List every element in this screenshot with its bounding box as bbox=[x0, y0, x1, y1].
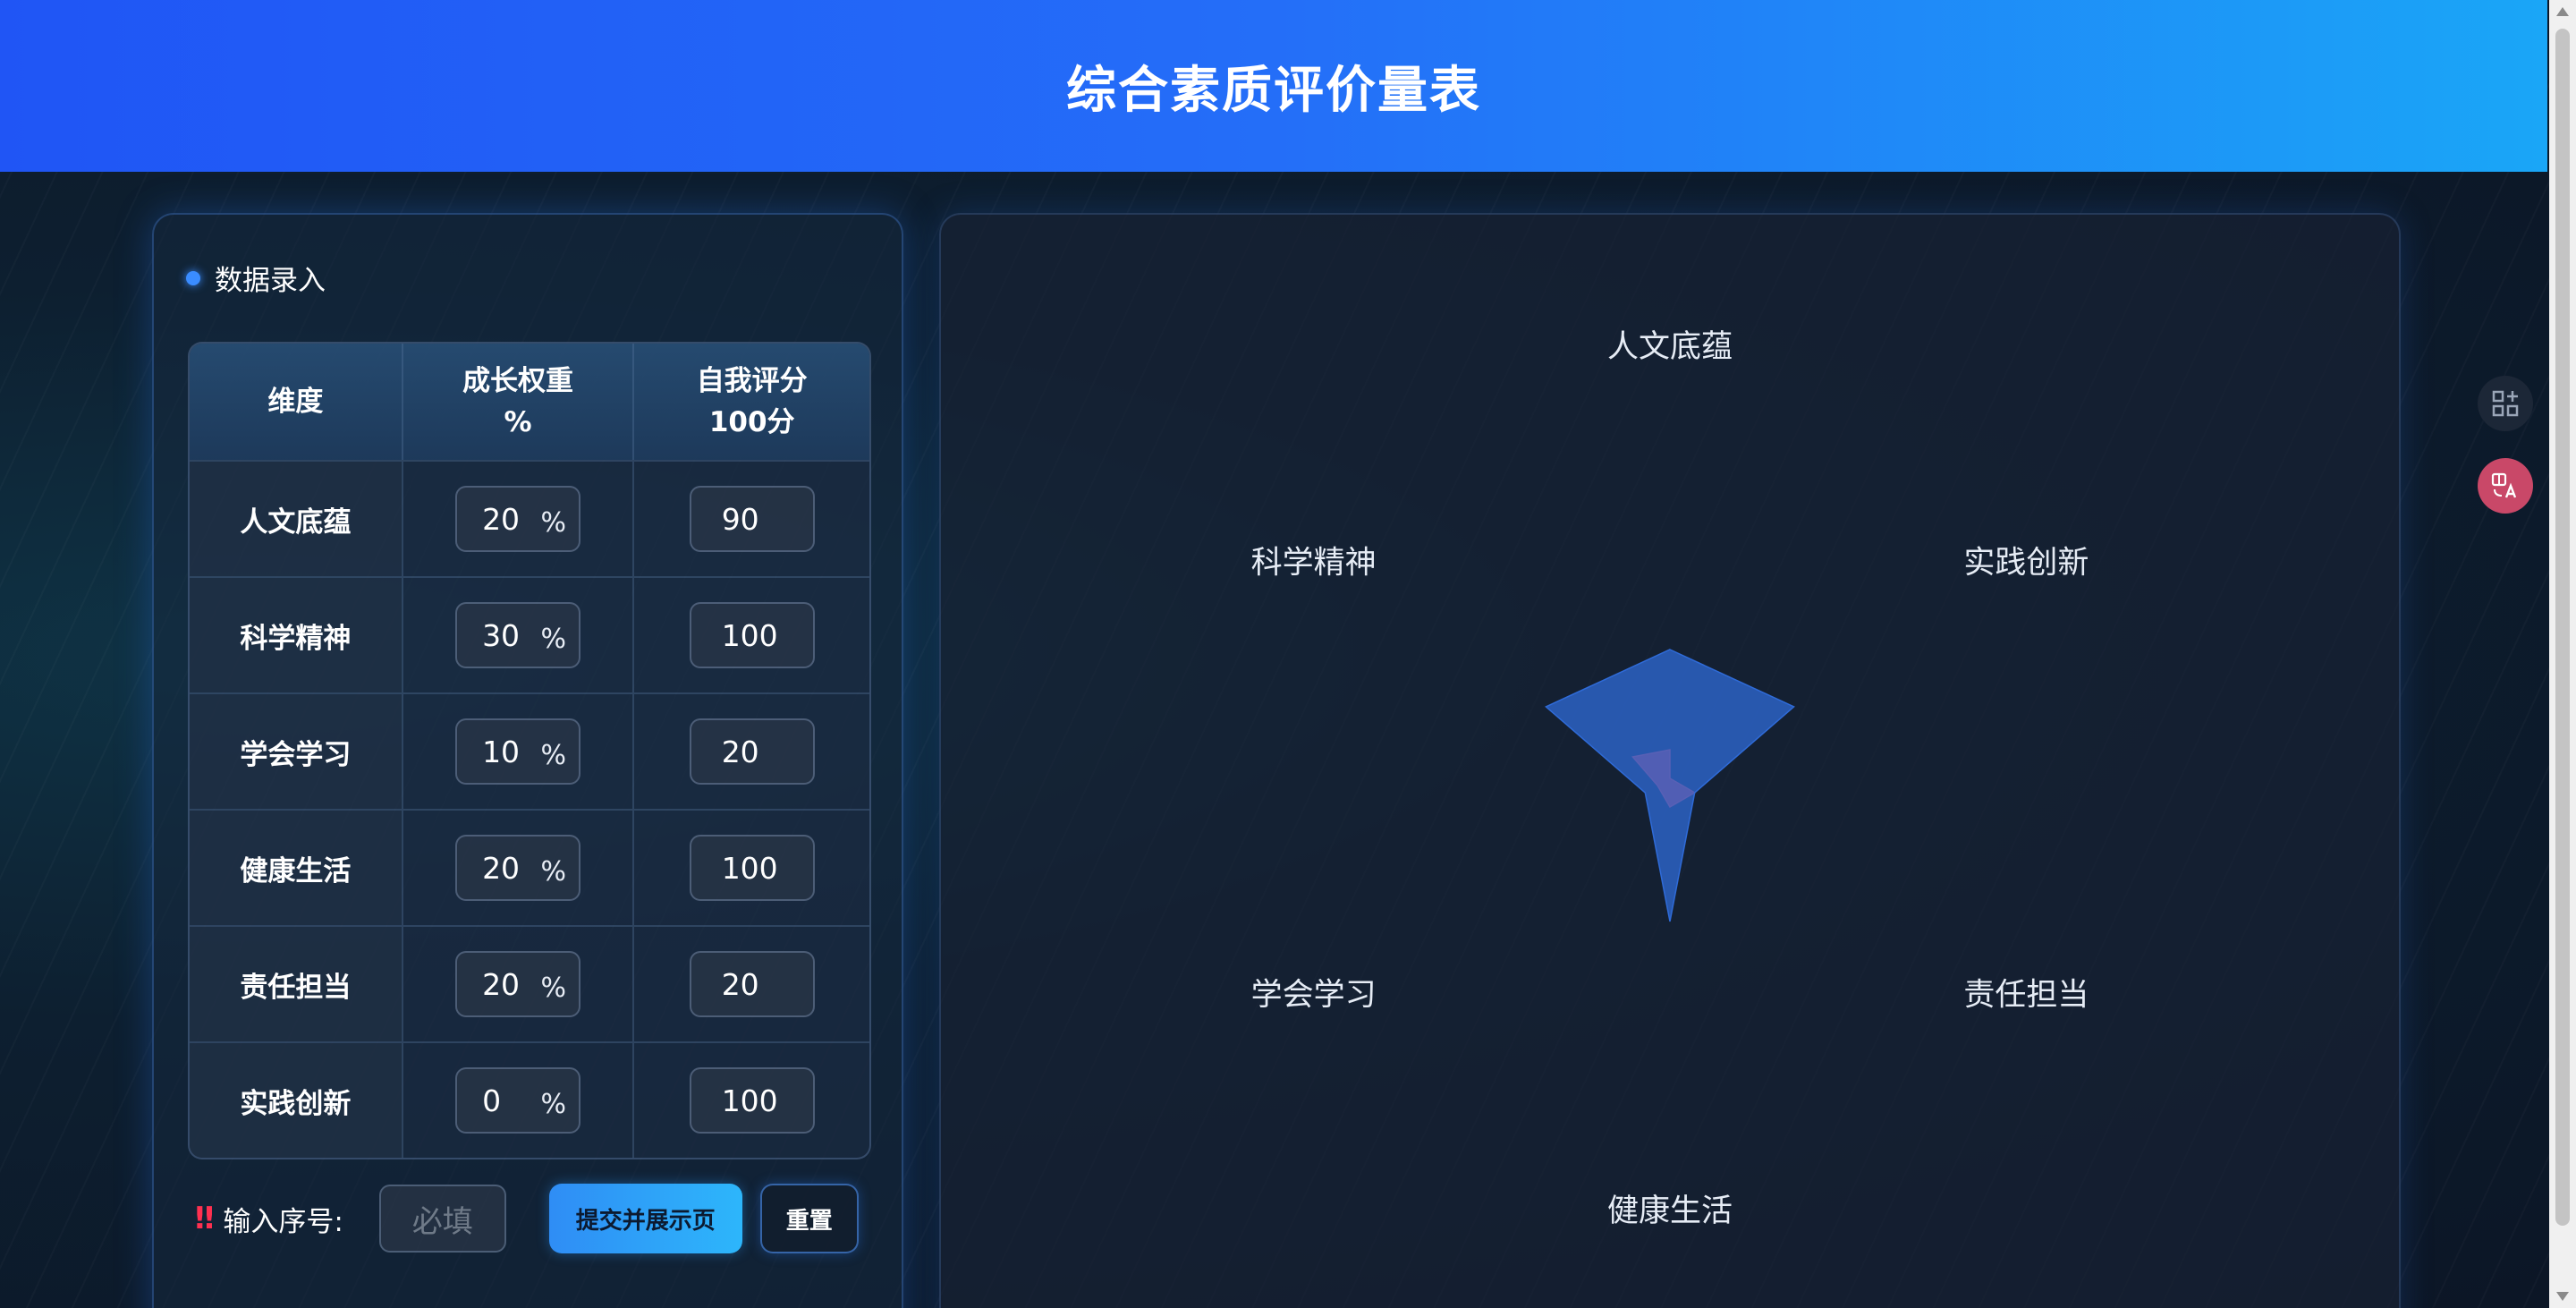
weight-cell: 0 % bbox=[401, 1043, 633, 1158]
warning-icon: ‼ bbox=[195, 1201, 215, 1236]
weight-value: 20 bbox=[482, 966, 521, 1002]
weight-value: 10 bbox=[482, 734, 521, 769]
table-row: 学会学习 10 % 20 bbox=[190, 692, 869, 809]
apps-grid-button[interactable] bbox=[2478, 376, 2533, 431]
weight-value: 20 bbox=[482, 501, 521, 537]
serial-row: ‼ 输入序号: 必填 提交并展示页 重置 bbox=[195, 1183, 875, 1254]
weight-input[interactable]: 20 % bbox=[455, 486, 581, 552]
dimension-label: 科学精神 bbox=[190, 578, 402, 692]
page-title: 综合素质评价量表 bbox=[1066, 61, 1481, 120]
score-input[interactable]: 100 bbox=[689, 602, 815, 668]
percent-unit: % bbox=[540, 973, 567, 1004]
radar-axis-label: 健康生活 bbox=[1607, 1193, 1733, 1229]
weight-input[interactable]: 30 % bbox=[455, 602, 581, 668]
score-input[interactable]: 100 bbox=[689, 835, 815, 901]
weight-cell: 20 % bbox=[401, 811, 633, 925]
table-row: 人文底蕴 20 % 90 bbox=[190, 460, 869, 576]
percent-unit: % bbox=[540, 1089, 567, 1120]
weight-input[interactable]: 20 % bbox=[455, 835, 581, 901]
radar-axis-label: 人文底蕴 bbox=[1607, 329, 1733, 365]
score-cell: 20 bbox=[632, 694, 869, 809]
panel-title: 数据录入 bbox=[186, 258, 326, 298]
weight-input[interactable]: 0 % bbox=[455, 1067, 581, 1134]
bullet-dot-icon bbox=[186, 270, 200, 285]
score-table: 维度 成长权重 % 自我评分 100分 人文底蕴 20 % 90 科学精神 30… bbox=[188, 342, 871, 1159]
score-input[interactable]: 90 bbox=[689, 486, 815, 552]
table-row: 健康生活 20 % 100 bbox=[190, 809, 869, 925]
weight-cell: 10 % bbox=[401, 694, 633, 809]
weight-input[interactable]: 20 % bbox=[455, 951, 581, 1017]
radar-series-area bbox=[1545, 649, 1795, 922]
dimension-label: 责任担当 bbox=[190, 927, 402, 1041]
radar-axis-label: 科学精神 bbox=[1251, 546, 1377, 582]
percent-unit: % bbox=[540, 740, 567, 771]
vertical-scrollbar[interactable] bbox=[2549, 0, 2576, 1308]
column-header-weight-line2: % bbox=[504, 406, 532, 438]
submit-and-show-button[interactable]: 提交并展示页 bbox=[548, 1184, 742, 1253]
table-row: 实践创新 0 % 100 bbox=[190, 1041, 869, 1158]
radar-axis-label: 学会学习 bbox=[1251, 978, 1377, 1014]
weight-value: 20 bbox=[482, 850, 521, 886]
table-row: 科学精神 30 % 100 bbox=[190, 576, 869, 692]
column-header-score-line2: 100分 bbox=[708, 406, 795, 438]
percent-unit: % bbox=[540, 624, 567, 655]
dimension-label: 健康生活 bbox=[190, 811, 402, 925]
reset-button[interactable]: 重置 bbox=[759, 1184, 859, 1253]
apps-grid-icon bbox=[2492, 390, 2519, 417]
serial-label: 输入序号: bbox=[223, 1205, 343, 1238]
dimension-label: 学会学习 bbox=[190, 694, 402, 809]
radar-chart: 人文底蕴实践创新责任担当健康生活 学会学习 科学精神 bbox=[1251, 329, 2089, 1229]
dimension-label: 人文底蕴 bbox=[190, 462, 402, 576]
table-row: 责任担当 20 % 20 bbox=[190, 925, 869, 1041]
score-input[interactable]: 20 bbox=[689, 718, 815, 785]
weight-cell: 20 % bbox=[401, 462, 633, 576]
score-input[interactable]: 20 bbox=[689, 951, 815, 1017]
page-header: 综合素质评价量表 bbox=[0, 0, 2547, 172]
percent-unit: % bbox=[540, 856, 567, 888]
page: 综合素质评价量表 数据录入 维度 成长权重 % 自我评分 100分 人文底蕴 2… bbox=[0, 0, 2576, 1308]
score-input[interactable]: 100 bbox=[689, 1067, 815, 1134]
column-header-score-line1: 自我评分 bbox=[696, 365, 808, 397]
table-header-row: 维度 成长权重 % 自我评分 100分 bbox=[190, 344, 869, 460]
weight-cell: 20 % bbox=[401, 927, 633, 1041]
score-cell: 100 bbox=[632, 1043, 869, 1158]
weight-value: 0 bbox=[482, 1083, 502, 1118]
column-header-dimension: 维度 bbox=[267, 386, 324, 418]
weight-value: 30 bbox=[482, 617, 521, 653]
scroll-thumb[interactable] bbox=[2555, 29, 2570, 1226]
percent-unit: % bbox=[540, 507, 567, 539]
weight-input[interactable]: 10 % bbox=[455, 718, 581, 785]
serial-number-input[interactable]: 必填 bbox=[378, 1185, 506, 1253]
score-cell: 100 bbox=[632, 811, 869, 925]
score-cell: 100 bbox=[632, 578, 869, 692]
translate-button[interactable] bbox=[2478, 458, 2533, 514]
column-header-weight-line1: 成长权重 bbox=[462, 365, 574, 397]
floating-toolbar bbox=[2478, 376, 2538, 540]
radar-chart-panel: 人文底蕴实践创新责任担当健康生活 学会学习 科学精神 bbox=[939, 213, 2401, 1308]
data-entry-panel: 数据录入 维度 成长权重 % 自我评分 100分 人文底蕴 20 % 90 科学… bbox=[152, 213, 903, 1308]
column-header-score: 自我评分 100分 bbox=[632, 344, 869, 460]
radar-axis-label: 责任担当 bbox=[1963, 978, 2089, 1014]
weight-cell: 30 % bbox=[401, 578, 633, 692]
scroll-down-arrow-icon[interactable] bbox=[2556, 1292, 2569, 1301]
panel-title-text: 数据录入 bbox=[215, 265, 326, 297]
score-cell: 90 bbox=[632, 462, 869, 576]
column-header-weight: 成长权重 % bbox=[401, 344, 633, 460]
dimension-label: 实践创新 bbox=[190, 1043, 402, 1158]
translate-icon bbox=[2491, 472, 2517, 498]
score-cell: 20 bbox=[632, 927, 869, 1041]
scroll-up-arrow-icon[interactable] bbox=[2556, 7, 2569, 16]
radar-axis-label: 实践创新 bbox=[1963, 546, 2089, 582]
